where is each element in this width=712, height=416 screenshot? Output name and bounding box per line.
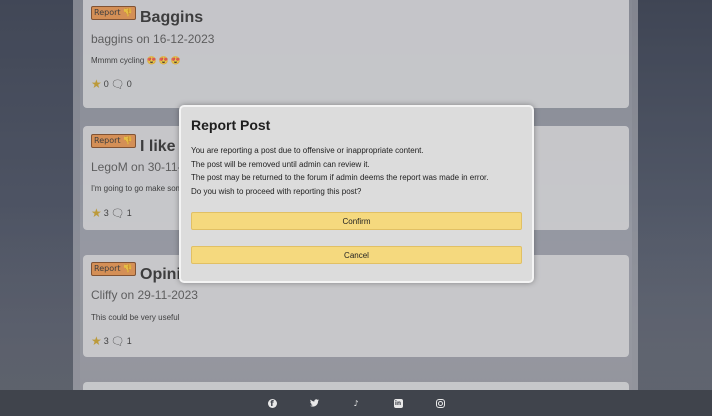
twitter-icon[interactable]: [309, 399, 319, 408]
modal-message: You are reporting a post due to offensiv…: [191, 144, 488, 198]
cancel-button[interactable]: Cancel: [191, 246, 522, 264]
modal-line: Do you wish to proceed with reporting th…: [191, 186, 362, 196]
report-post-modal: Report Post You are reporting a post due…: [179, 105, 534, 283]
linkedin-icon[interactable]: in: [393, 398, 403, 408]
footer: f ♪ in: [0, 390, 712, 416]
instagram-icon[interactable]: [435, 398, 445, 408]
modal-title: Report Post: [191, 117, 271, 133]
modal-line: The post may be returned to the forum if…: [191, 173, 489, 182]
facebook-icon[interactable]: f: [267, 398, 277, 408]
tiktok-icon[interactable]: ♪: [352, 399, 361, 408]
modal-line: The post will be removed until admin can…: [191, 159, 370, 169]
confirm-button[interactable]: Confirm: [191, 212, 522, 230]
modal-line: You are reporting a post due to offensiv…: [191, 146, 424, 155]
